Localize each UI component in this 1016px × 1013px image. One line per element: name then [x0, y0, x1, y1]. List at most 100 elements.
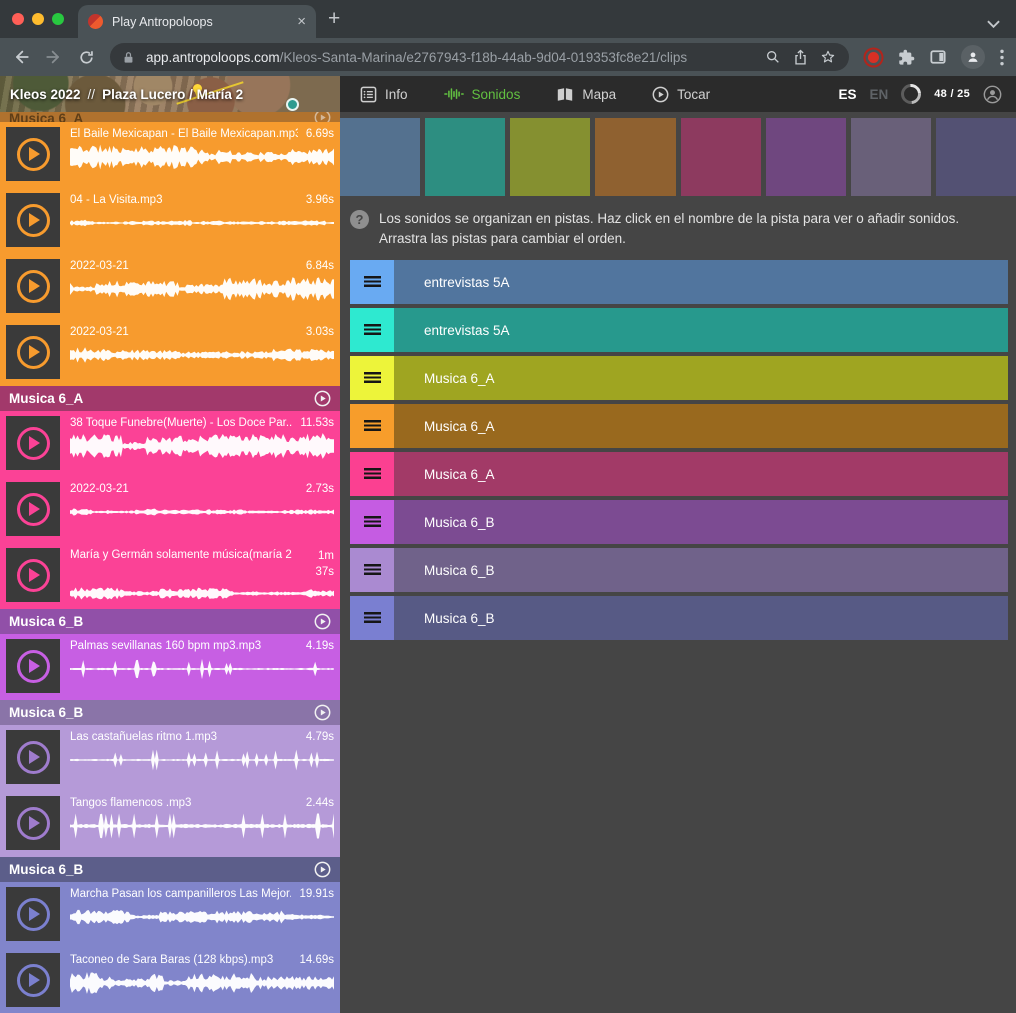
track-color-swatch: [340, 118, 420, 196]
close-window-button[interactable]: [12, 13, 24, 25]
clip-duration: 3.96s: [306, 193, 334, 206]
section-header[interactable]: Musica 6_B: [0, 857, 340, 882]
nav-info[interactable]: Info: [360, 86, 408, 103]
track-body[interactable]: entrevistas 5A: [394, 308, 1008, 352]
track-body[interactable]: Musica 6_A: [394, 404, 1008, 448]
track-row[interactable]: entrevistas 5A: [350, 308, 1008, 352]
play-circle-icon[interactable]: [314, 861, 331, 878]
clip-item[interactable]: Tangos flamencos .mp32.44s: [0, 791, 340, 857]
nav-tocar[interactable]: Tocar: [652, 86, 710, 103]
clip-play-button[interactable]: [6, 639, 60, 693]
profile-avatar-icon[interactable]: [961, 45, 985, 69]
track-row[interactable]: Musica 6_B: [350, 500, 1008, 544]
nav-label: Tocar: [677, 87, 710, 102]
play-icon: [17, 427, 50, 460]
clip-play-button[interactable]: [6, 193, 60, 247]
clip-title-row: Marcha Pasan los campanilleros Las Mejor…: [70, 887, 334, 900]
share-icon[interactable]: [793, 49, 808, 66]
clip-play-button[interactable]: [6, 482, 60, 536]
clip-info: Las castañuelas ritmo 1.mp34.79s: [70, 730, 334, 786]
track-body[interactable]: Musica 6_B: [394, 500, 1008, 544]
track-body[interactable]: Musica 6_B: [394, 548, 1008, 592]
close-tab-icon[interactable]: ×: [297, 13, 306, 30]
track-drag-handle[interactable]: [350, 260, 394, 304]
search-icon[interactable]: [765, 49, 781, 65]
clip-item[interactable]: El Baile Mexicapan - El Baile Mexicapan.…: [0, 122, 340, 188]
play-icon: [17, 336, 50, 369]
play-circle-icon[interactable]: [314, 704, 331, 721]
forward-icon[interactable]: [45, 48, 63, 66]
track-row[interactable]: Musica 6_B: [350, 548, 1008, 592]
menu-kebab-icon[interactable]: [1000, 49, 1004, 66]
section-header[interactable]: Musica 6_A: [0, 386, 340, 411]
track-body[interactable]: Musica 6_A: [394, 452, 1008, 496]
track-color-swatch: [595, 118, 675, 196]
track-drag-handle[interactable]: [350, 404, 394, 448]
language-en[interactable]: EN: [869, 87, 888, 102]
clip-play-button[interactable]: [6, 730, 60, 784]
clip-play-button[interactable]: [6, 325, 60, 379]
track-drag-handle[interactable]: [350, 308, 394, 352]
track-drag-handle[interactable]: [350, 500, 394, 544]
language-es[interactable]: ES: [838, 87, 856, 102]
clip-play-button[interactable]: [6, 548, 60, 602]
play-circle-icon[interactable]: [314, 112, 331, 122]
clip-item[interactable]: María y Germán solamente música(maría 2.…: [0, 543, 340, 609]
page-content: Musica 6_AEl Baile Mexicapan - El Baile …: [0, 112, 1016, 1013]
clip-title-row: Las castañuelas ritmo 1.mp34.79s: [70, 730, 334, 743]
play-triangle-icon: [29, 568, 40, 582]
address-bar[interactable]: app.antropoloops.com/Kleos-Santa-Marina/…: [110, 43, 849, 71]
clip-item[interactable]: 2022-03-213.03s: [0, 320, 340, 386]
section-header[interactable]: Musica 6_B: [0, 609, 340, 634]
breadcrumb-page[interactable]: Plaza Lucero / María 2: [102, 87, 243, 102]
record-icon[interactable]: [868, 52, 879, 63]
clip-item[interactable]: Las castañuelas ritmo 1.mp34.79s: [0, 725, 340, 791]
section-header[interactable]: Musica 6_A: [0, 112, 340, 122]
breadcrumb-project[interactable]: Kleos 2022: [10, 87, 81, 102]
track-row[interactable]: Musica 6_B: [350, 596, 1008, 640]
section-header[interactable]: Musica 6_B: [0, 700, 340, 725]
track-body[interactable]: entrevistas 5A: [394, 260, 1008, 304]
nav-label: Info: [385, 87, 408, 102]
track-drag-handle[interactable]: [350, 356, 394, 400]
track-body[interactable]: Musica 6_A: [394, 356, 1008, 400]
track-row[interactable]: Musica 6_A: [350, 404, 1008, 448]
side-panel-icon[interactable]: [930, 49, 946, 65]
nav-sonidos[interactable]: Sonidos: [444, 87, 521, 102]
track-drag-handle[interactable]: [350, 452, 394, 496]
clip-play-button[interactable]: [6, 416, 60, 470]
play-circle-icon[interactable]: [314, 390, 331, 407]
tab-search-chevron-icon[interactable]: [987, 15, 1000, 33]
clip-play-button[interactable]: [6, 953, 60, 1007]
clip-play-button[interactable]: [6, 259, 60, 313]
star-icon[interactable]: [820, 49, 836, 65]
nav-mapa[interactable]: Mapa: [556, 87, 616, 102]
play-circle-icon[interactable]: [314, 613, 331, 630]
clip-item[interactable]: Palmas sevillanas 160 bpm mp3.mp34.19s: [0, 634, 340, 700]
clip-item[interactable]: 04 - La Visita.mp33.96s: [0, 188, 340, 254]
track-body[interactable]: Musica 6_B: [394, 596, 1008, 640]
clip-item[interactable]: Marcha Pasan los campanilleros Las Mejor…: [0, 882, 340, 948]
clip-waveform: [70, 903, 334, 931]
clip-item[interactable]: 38 Toque Funebre(Muerte) - Los Doce Par.…: [0, 411, 340, 477]
clip-play-button[interactable]: [6, 796, 60, 850]
minimize-window-button[interactable]: [32, 13, 44, 25]
clip-play-button[interactable]: [6, 887, 60, 941]
track-drag-handle[interactable]: [350, 548, 394, 592]
reload-icon[interactable]: [78, 49, 95, 66]
clip-item[interactable]: Taconeo de Sara Baras (128 kbps).mp314.6…: [0, 948, 340, 1013]
clip-item[interactable]: 2022-03-216.84s: [0, 254, 340, 320]
fullscreen-window-button[interactable]: [52, 13, 64, 25]
browser-tab[interactable]: Play Antropoloops ×: [78, 5, 316, 38]
clip-play-button[interactable]: [6, 127, 60, 181]
track-drag-handle[interactable]: [350, 596, 394, 640]
clip-title-row: 38 Toque Funebre(Muerte) - Los Doce Par.…: [70, 416, 334, 429]
track-row[interactable]: Musica 6_A: [350, 452, 1008, 496]
account-icon[interactable]: [983, 85, 1002, 104]
clip-item[interactable]: 2022-03-212.73s: [0, 477, 340, 543]
extensions-puzzle-icon[interactable]: [898, 49, 915, 66]
new-tab-button[interactable]: +: [328, 8, 340, 29]
track-row[interactable]: entrevistas 5A: [350, 260, 1008, 304]
back-icon[interactable]: [12, 48, 30, 66]
track-row[interactable]: Musica 6_A: [350, 356, 1008, 400]
